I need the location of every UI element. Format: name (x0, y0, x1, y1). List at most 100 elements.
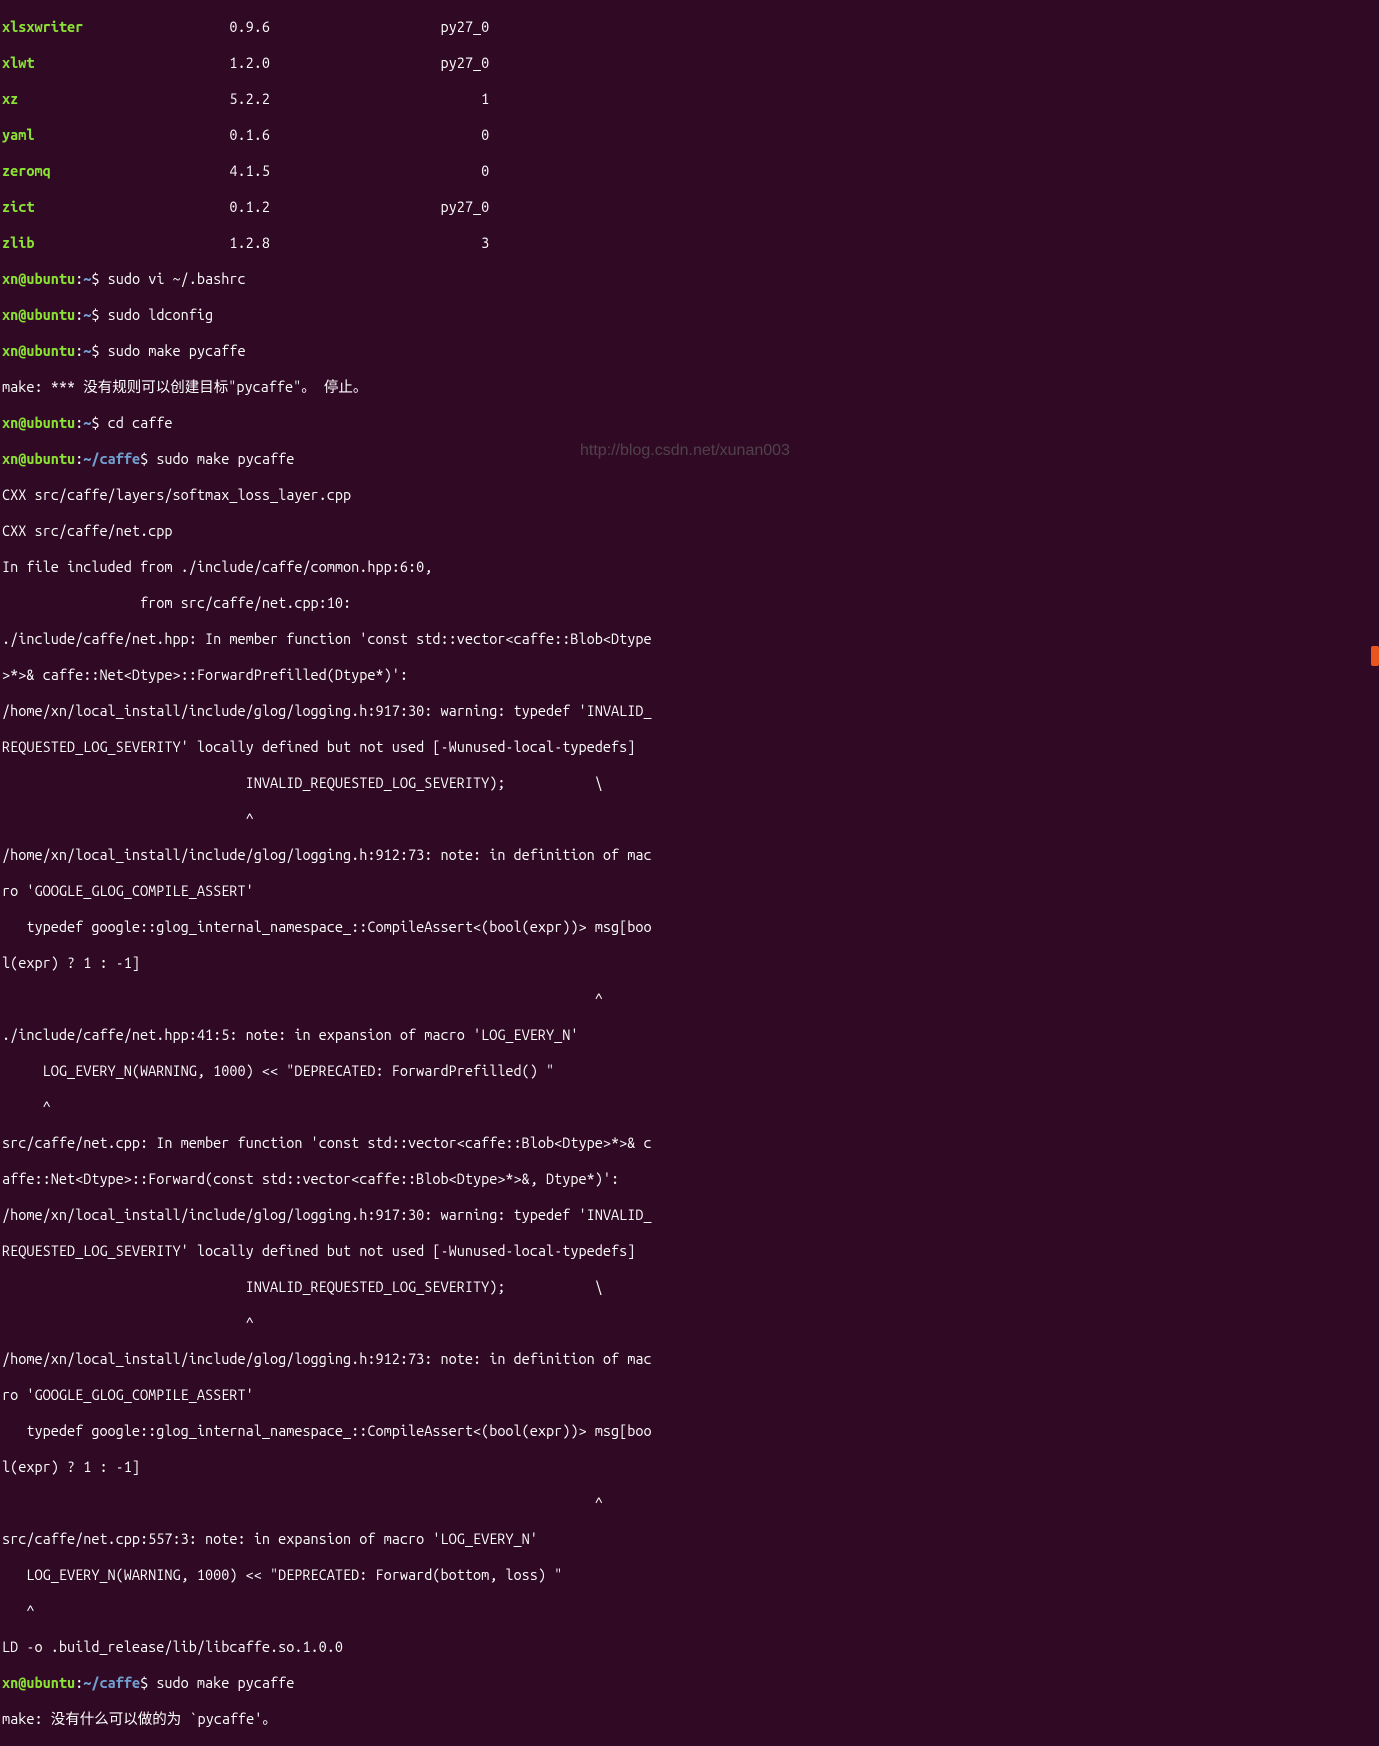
package-row: xlsxwriter 0.9.6 py27_0 (2, 18, 1377, 36)
output-line: ^ (2, 1098, 1377, 1116)
output-line: ./include/caffe/net.hpp: In member funct… (2, 630, 1377, 648)
pkg-version: 0.9.6 (229, 18, 270, 35)
output-line: make: 没有什么可以做的为 `pycaffe'。 (2, 1710, 1377, 1728)
output-line: ^ (2, 1494, 1377, 1512)
pkg-build: py27_0 (441, 198, 490, 215)
pkg-name: zeromq (2, 162, 51, 179)
pkg-name: xlsxwriter (2, 18, 83, 35)
prompt-colon: : (75, 1674, 83, 1691)
output-line: typedef google::glog_internal_namespace_… (2, 1422, 1377, 1440)
package-row: zlib 1.2.8 3 (2, 234, 1377, 252)
output-line: make: *** 没有规则可以创建目标"pycaffe"。 停止。 (2, 378, 1377, 396)
prompt-line: xn@ubuntu:~/caffe$ sudo make pycaffe (2, 450, 1377, 468)
pkg-spacer2 (270, 162, 481, 179)
prompt-colon: : (75, 270, 83, 287)
pkg-name: zict (2, 198, 34, 215)
output-line: ^ (2, 810, 1377, 828)
output-line: CXX src/caffe/layers/softmax_loss_layer.… (2, 486, 1377, 504)
pkg-spacer2 (270, 90, 481, 107)
output-line: LOG_EVERY_N(WARNING, 1000) << "DEPRECATE… (2, 1062, 1377, 1080)
prompt-user-host: xn@ubuntu (2, 342, 75, 359)
output-line: from src/caffe/net.cpp:10: (2, 594, 1377, 612)
pkg-spacer (51, 162, 230, 179)
pkg-spacer2 (270, 198, 441, 215)
output-line: /home/xn/local_install/include/glog/logg… (2, 702, 1377, 720)
pkg-spacer2 (270, 18, 441, 35)
output-line: /home/xn/local_install/include/glog/logg… (2, 846, 1377, 864)
pkg-build: 1 (481, 90, 489, 107)
command-text: sudo ldconfig (108, 306, 214, 323)
output-line: l(expr) ? 1 : -1] (2, 954, 1377, 972)
pkg-version: 0.1.2 (229, 198, 270, 215)
pkg-name: zlib (2, 234, 34, 251)
prompt-colon: : (75, 450, 83, 467)
prompt-line: xn@ubuntu:~$ sudo vi ~/.bashrc (2, 270, 1377, 288)
command-text: cd caffe (108, 414, 173, 431)
prompt-user-host: xn@ubuntu (2, 1674, 75, 1691)
pkg-version: 1.2.8 (229, 234, 270, 251)
output-line: REQUESTED_LOG_SEVERITY' locally defined … (2, 738, 1377, 756)
terminal-output[interactable]: xlsxwriter 0.9.6 py27_0 xlwt 1.2.0 py27_… (0, 0, 1379, 1746)
output-line: src/caffe/net.cpp: In member function 'c… (2, 1134, 1377, 1152)
pkg-spacer (34, 54, 229, 71)
pkg-build: py27_0 (441, 54, 490, 71)
output-line: /home/xn/local_install/include/glog/logg… (2, 1350, 1377, 1368)
prompt-line: xn@ubuntu:~/caffe$ sudo make pycaffe (2, 1674, 1377, 1692)
prompt-user-host: xn@ubuntu (2, 450, 75, 467)
pkg-build: 3 (481, 234, 489, 251)
output-line: src/caffe/net.cpp:557:3: note: in expans… (2, 1530, 1377, 1548)
prompt-line: xn@ubuntu:~$ cd caffe (2, 414, 1377, 432)
pkg-build: 0 (481, 126, 489, 143)
command-text: sudo vi ~/.bashrc (108, 270, 246, 287)
pkg-spacer (18, 90, 229, 107)
prompt-dollar: $ (91, 414, 99, 431)
output-line: ^ (2, 990, 1377, 1008)
output-line: LOG_EVERY_N(WARNING, 1000) << "DEPRECATE… (2, 1566, 1377, 1584)
output-line: INVALID_REQUESTED_LOG_SEVERITY); \ (2, 1278, 1377, 1296)
output-line: >*>& caffe::Net<Dtype>::ForwardPrefilled… (2, 666, 1377, 684)
prompt-dollar: $ (91, 270, 99, 287)
prompt-user-host: xn@ubuntu (2, 270, 75, 287)
pkg-spacer2 (270, 126, 481, 143)
prompt-dollar: $ (140, 1674, 148, 1691)
output-line: CXX src/caffe/net.cpp (2, 522, 1377, 540)
package-row: xlwt 1.2.0 py27_0 (2, 54, 1377, 72)
output-line: INVALID_REQUESTED_LOG_SEVERITY); \ (2, 774, 1377, 792)
prompt-dollar: $ (91, 342, 99, 359)
prompt-user-host: xn@ubuntu (2, 414, 75, 431)
command-text: sudo make pycaffe (156, 450, 294, 467)
pkg-version: 1.2.0 (229, 54, 270, 71)
pkg-name: xz (2, 90, 18, 107)
prompt-colon: : (75, 414, 83, 431)
pkg-spacer2 (270, 54, 441, 71)
scrollbar-thumb[interactable] (1371, 646, 1379, 666)
pkg-spacer (34, 126, 229, 143)
scrollbar-track[interactable] (1367, 0, 1379, 876)
pkg-build: py27_0 (441, 18, 490, 35)
command-text: sudo make pycaffe (108, 342, 246, 359)
output-line: LD -o .build_release/lib/libcaffe.so.1.0… (2, 1638, 1377, 1656)
pkg-spacer (83, 18, 229, 35)
prompt-dollar: $ (140, 450, 148, 467)
output-line: ro 'GOOGLE_GLOG_COMPILE_ASSERT' (2, 1386, 1377, 1404)
prompt-path: ~/caffe (83, 450, 140, 467)
output-line: l(expr) ? 1 : -1] (2, 1458, 1377, 1476)
output-line: In file included from ./include/caffe/co… (2, 558, 1377, 576)
output-line: ^ (2, 1602, 1377, 1620)
prompt-line: xn@ubuntu:~$ sudo ldconfig (2, 306, 1377, 324)
package-row: zeromq 4.1.5 0 (2, 162, 1377, 180)
pkg-build: 0 (481, 162, 489, 179)
output-line: affe::Net<Dtype>::Forward(const std::vec… (2, 1170, 1377, 1188)
pkg-version: 0.1.6 (229, 126, 270, 143)
package-row: xz 5.2.2 1 (2, 90, 1377, 108)
prompt-dollar: $ (91, 306, 99, 323)
prompt-user-host: xn@ubuntu (2, 306, 75, 323)
pkg-version: 4.1.5 (229, 162, 270, 179)
output-line: typedef google::glog_internal_namespace_… (2, 918, 1377, 936)
package-row: yaml 0.1.6 0 (2, 126, 1377, 144)
output-line: ro 'GOOGLE_GLOG_COMPILE_ASSERT' (2, 882, 1377, 900)
prompt-path: ~/caffe (83, 1674, 140, 1691)
prompt-colon: : (75, 306, 83, 323)
pkg-spacer (34, 234, 229, 251)
output-line: ./include/caffe/net.hpp:41:5: note: in e… (2, 1026, 1377, 1044)
